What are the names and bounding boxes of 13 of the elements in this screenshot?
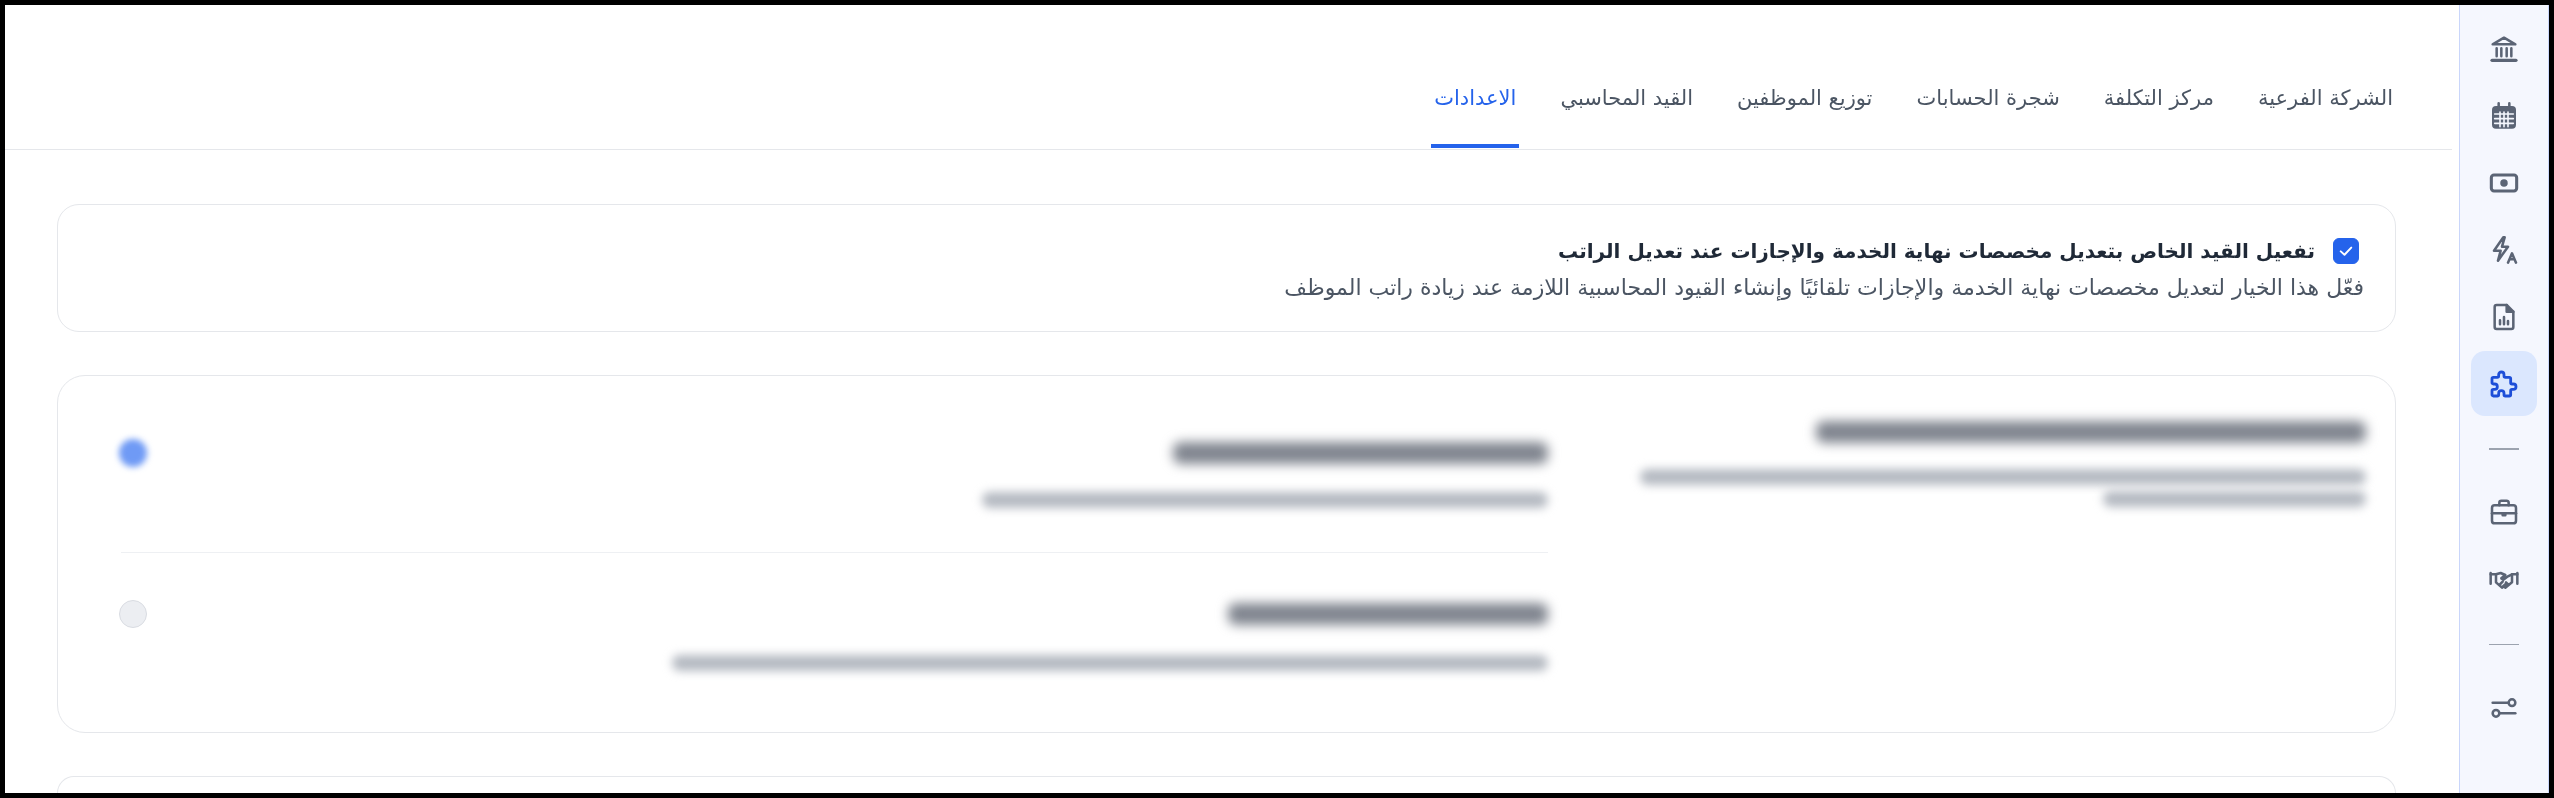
- sidebar-item[interactable]: [2471, 351, 2537, 416]
- setting-description: فعّل هذا الخيار لتعديل مخصصات نهاية الخدمة والإجازات تلقائيًا وإنشاء القيود المحاسبية اللازمة عند زيادة راتب الموظف: [1283, 274, 2364, 303]
- blurred-radio-icon: [119, 439, 147, 467]
- tab[interactable]: الاعدادات: [1431, 83, 1520, 148]
- tab[interactable]: الشركة الفرعية: [2254, 83, 2396, 148]
- blurred-radio-icon: [119, 600, 147, 628]
- tab[interactable]: مركز التكلفة: [2100, 83, 2217, 148]
- briefcase-icon: [2488, 496, 2520, 528]
- tab[interactable]: القيد المحاسبي: [1557, 83, 1697, 148]
- checkbox[interactable]: [2333, 238, 2359, 264]
- tab[interactable]: توزيع الموظفين: [1734, 83, 1876, 148]
- setting-title: تفعيل القيد الخاص بتعديل مخصصات نهاية الخدمة والإجازات عند تعديل الراتب: [1558, 238, 2315, 265]
- tab[interactable]: شجرة الحسابات: [1913, 83, 2063, 148]
